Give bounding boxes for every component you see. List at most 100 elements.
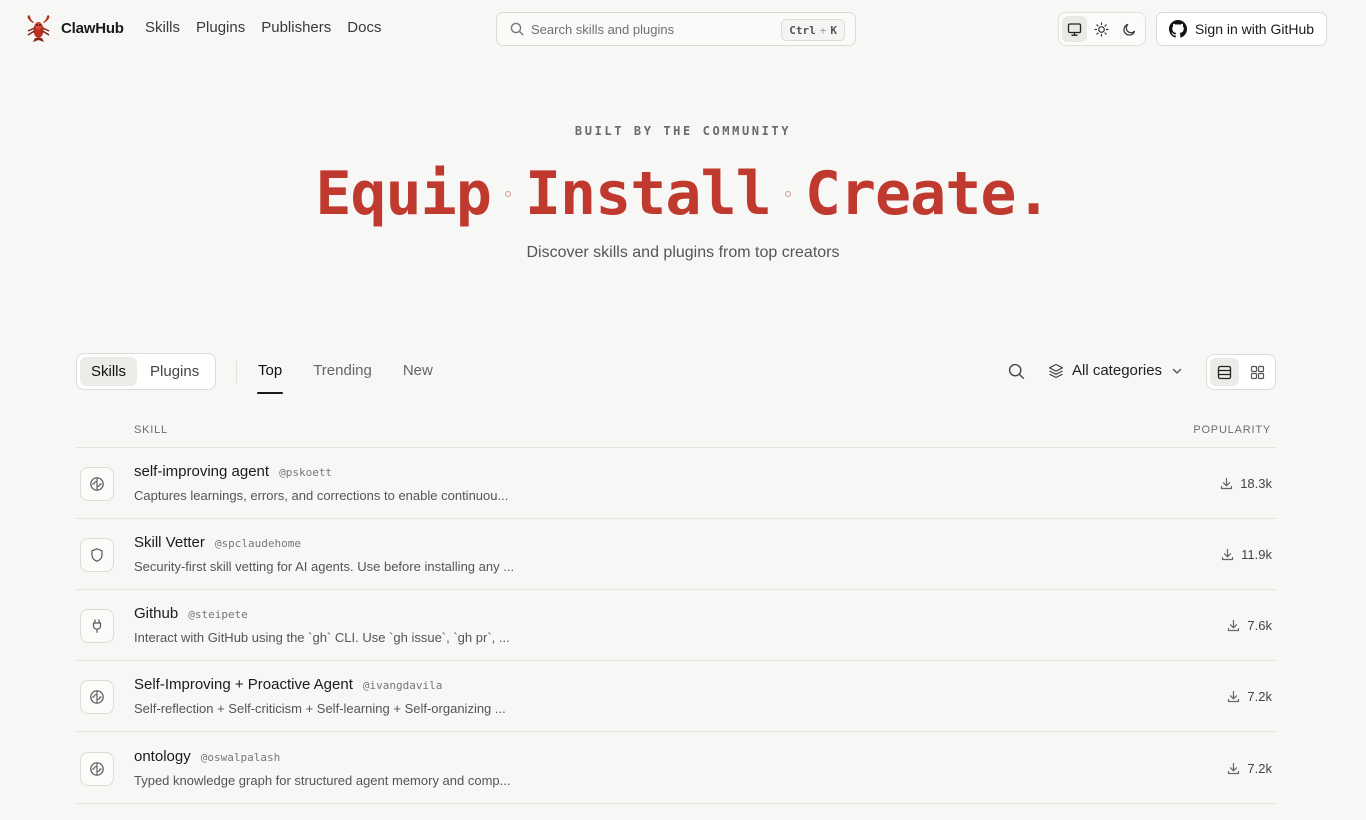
- download-count: 11.9k: [1221, 547, 1272, 562]
- download-icon: [1220, 477, 1233, 490]
- skill-author[interactable]: @steipete: [188, 608, 248, 621]
- brand-name: ClawHub: [61, 20, 124, 37]
- brain-icon: [80, 752, 114, 786]
- table-header: SKILL POPULARITY: [76, 420, 1276, 448]
- headline-word-create: Create.: [804, 159, 1052, 229]
- brand-link[interactable]: ClawHub: [24, 14, 124, 43]
- toolbar-divider: [236, 361, 237, 383]
- shortcut-plus: +: [819, 23, 827, 37]
- headline-separator-dot: [784, 191, 791, 198]
- category-label: All categories: [1072, 362, 1163, 379]
- table-row[interactable]: Self-Improving + Proactive Agent @ivangd…: [76, 661, 1276, 732]
- shortcut-key-ctrl: Ctrl: [789, 23, 816, 37]
- headline-word-equip: Equip: [315, 159, 492, 229]
- grid-view-button[interactable]: [1243, 358, 1272, 386]
- lobster-logo-icon: [24, 14, 53, 43]
- download-icon: [1221, 548, 1234, 561]
- skill-title: Github @steipete: [134, 605, 248, 622]
- headline-separator-dot: [504, 191, 511, 198]
- column-header-popularity[interactable]: POPULARITY: [1193, 424, 1271, 436]
- download-count-value: 11.9k: [1241, 547, 1272, 562]
- keyboard-shortcut-badge: Ctrl + K: [781, 19, 845, 41]
- theme-light-button[interactable]: [1089, 16, 1114, 42]
- skill-name[interactable]: self-improving agent: [134, 463, 269, 480]
- skill-author[interactable]: @ivangdavila: [363, 679, 442, 692]
- nav-link-docs[interactable]: Docs: [347, 19, 381, 36]
- filter-search-icon[interactable]: [1008, 363, 1025, 380]
- chevron-down-icon: [1170, 364, 1184, 378]
- moon-icon: [1122, 22, 1137, 37]
- skill-description: Captures learnings, errors, and correcti…: [134, 488, 509, 503]
- skill-title: ontology @oswalpalash: [134, 748, 280, 765]
- brain-icon: [80, 467, 114, 501]
- global-search[interactable]: Ctrl + K: [496, 12, 856, 46]
- skill-title: Skill Vetter @spclaudehome: [134, 534, 301, 551]
- sun-icon: [1094, 21, 1110, 37]
- list-view-button[interactable]: [1210, 358, 1239, 386]
- theme-dark-button[interactable]: [1117, 16, 1142, 42]
- download-count-value: 7.2k: [1247, 689, 1272, 704]
- hero-eyebrow: BUILT BY THE COMMUNITY: [574, 124, 792, 138]
- nav-links: Skills Plugins Publishers Docs: [145, 19, 381, 36]
- hero-subtitle: Discover skills and plugins from top cre…: [526, 244, 840, 261]
- skill-name[interactable]: Skill Vetter: [134, 534, 205, 551]
- sign-in-label: Sign in with GitHub: [1194, 21, 1315, 37]
- skill-author[interactable]: @pskoett: [279, 466, 332, 479]
- monitor-icon: [1067, 22, 1082, 37]
- skill-name[interactable]: ontology: [134, 748, 191, 765]
- tab-new[interactable]: New: [403, 352, 433, 394]
- headline-word-install: Install: [524, 159, 772, 229]
- column-header-skill[interactable]: SKILL: [134, 424, 168, 436]
- tab-top[interactable]: Top: [256, 352, 284, 394]
- nav-link-plugins[interactable]: Plugins: [196, 19, 245, 36]
- skill-description: Security-first skill vetting for AI agen…: [134, 559, 515, 574]
- type-toggle-skills[interactable]: Skills: [80, 357, 138, 386]
- nav-link-publishers[interactable]: Publishers: [261, 19, 331, 36]
- type-toggle-plugins[interactable]: Plugins: [139, 357, 210, 386]
- top-navbar: ClawHub Skills Plugins Publishers Docs C…: [0, 0, 1366, 58]
- brain-icon: [80, 680, 114, 714]
- skill-name[interactable]: Self-Improving + Proactive Agent: [134, 676, 353, 693]
- skill-author[interactable]: @spclaudehome: [215, 537, 301, 550]
- grid-view-icon: [1250, 365, 1265, 380]
- skill-description: Self-reflection + Self-criticism + Self-…: [134, 701, 506, 716]
- hero-headline: Equip Install Create.: [0, 158, 1366, 230]
- category-dropdown[interactable]: All categories: [1048, 362, 1184, 379]
- search-input[interactable]: [531, 19, 771, 39]
- layers-icon: [1048, 363, 1064, 379]
- download-icon: [1227, 762, 1240, 775]
- table-row[interactable]: ontology @oswalpalash Typed knowledge gr…: [76, 733, 1276, 804]
- skill-name[interactable]: Github: [134, 605, 178, 622]
- plug-icon: [80, 609, 114, 643]
- download-count-value: 18.3k: [1240, 476, 1272, 491]
- type-toggle: Skills Plugins: [76, 353, 216, 390]
- tab-trending[interactable]: Trending: [313, 352, 372, 394]
- table-row[interactable]: Skill Vetter @spclaudehome Security-firs…: [76, 519, 1276, 590]
- skill-description: Typed knowledge graph for structured age…: [134, 773, 511, 788]
- shortcut-key-k: K: [830, 23, 837, 37]
- nav-link-skills[interactable]: Skills: [145, 19, 180, 36]
- download-icon: [1227, 619, 1240, 632]
- download-count: 7.6k: [1227, 618, 1272, 633]
- github-icon: [1168, 20, 1187, 38]
- skill-author[interactable]: @oswalpalash: [201, 751, 280, 764]
- sign-in-github-button[interactable]: Sign in with GitHub: [1156, 12, 1327, 46]
- table-row[interactable]: Github @steipete Interact with GitHub us…: [76, 590, 1276, 661]
- shield-icon: [80, 538, 114, 572]
- download-count-value: 7.6k: [1247, 618, 1272, 633]
- skill-description: Interact with GitHub using the `gh` CLI.…: [134, 630, 510, 645]
- download-count: 7.2k: [1227, 761, 1272, 776]
- download-count: 18.3k: [1220, 476, 1272, 491]
- sort-tabs: Top Trending New: [256, 352, 433, 394]
- skill-title: Self-Improving + Proactive Agent @ivangd…: [134, 676, 442, 693]
- search-icon: [510, 22, 524, 36]
- download-count-value: 7.2k: [1247, 761, 1272, 776]
- download-icon: [1227, 690, 1240, 703]
- view-mode-toggle: [1206, 354, 1276, 390]
- theme-switcher: [1058, 12, 1146, 46]
- download-count: 7.2k: [1227, 689, 1272, 704]
- table-row[interactable]: self-improving agent @pskoett Captures l…: [76, 448, 1276, 519]
- list-view-icon: [1217, 365, 1232, 380]
- skill-title: self-improving agent @pskoett: [134, 463, 332, 480]
- theme-system-button[interactable]: [1062, 16, 1088, 42]
